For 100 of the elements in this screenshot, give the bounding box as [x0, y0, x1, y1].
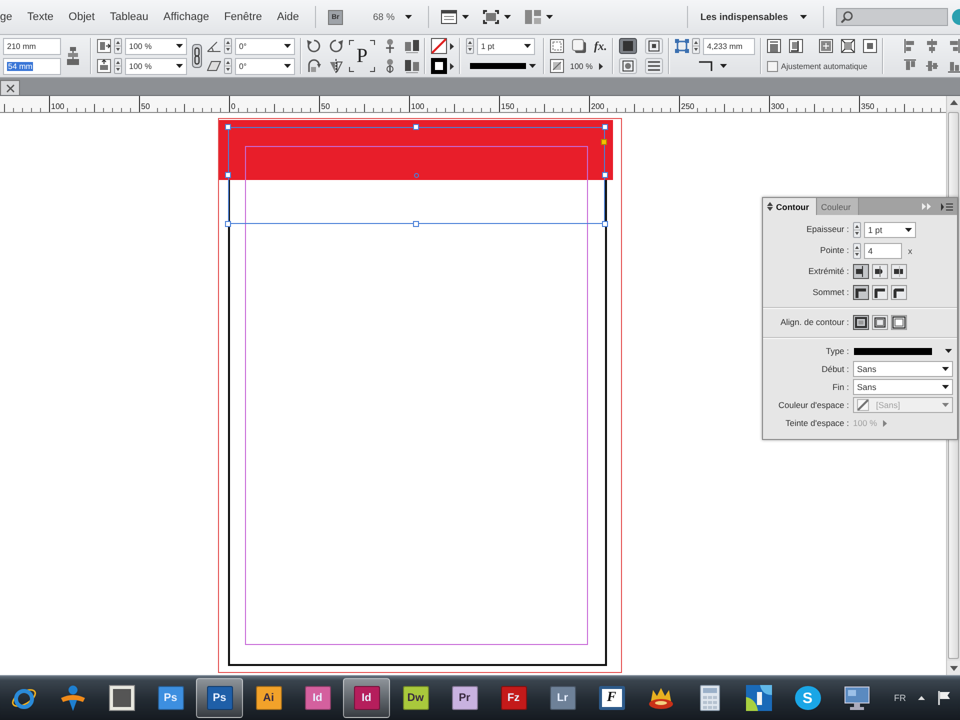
opacity-icon[interactable] [550, 59, 564, 73]
zoom-dropdown[interactable]: 68 % [373, 12, 412, 22]
taskbar-button[interactable]: Ai [245, 678, 292, 718]
butt-cap-icon[interactable] [853, 264, 869, 279]
select-next-icon[interactable] [405, 39, 419, 53]
selection-handle[interactable] [602, 172, 608, 178]
panel-tab[interactable]: Couleur [817, 198, 859, 215]
scale-y-field[interactable]: 100 % [125, 58, 187, 74]
stepper-button[interactable] [466, 38, 474, 54]
menu-item[interactable]: Tableau [110, 11, 148, 23]
stroke-swatch-icon[interactable] [431, 58, 447, 74]
arrange-documents-button[interactable] [524, 10, 553, 24]
width-field[interactable]: 210 mm [3, 38, 61, 54]
corner-options-icon[interactable] [675, 39, 689, 53]
align-middle-icon[interactable] [926, 59, 938, 73]
auto-fit-checkbox[interactable] [767, 60, 778, 72]
workspace-dropdown[interactable]: Les indispensables [700, 12, 807, 22]
menu-item[interactable]: Texte [27, 11, 54, 23]
panel-menu-icon[interactable] [941, 202, 953, 210]
align-center-icon[interactable] [926, 39, 938, 53]
frame-fill-icon[interactable] [550, 39, 564, 53]
selection-handle[interactable] [225, 172, 231, 178]
rotate-clockwise-icon[interactable] [307, 39, 321, 53]
language-indicator[interactable]: FR [894, 693, 906, 703]
taskbar-button[interactable]: Pr [441, 678, 488, 718]
selection-handle[interactable] [413, 124, 419, 130]
select-previous-icon[interactable] [405, 59, 419, 73]
stroke-inside-icon[interactable] [872, 315, 888, 330]
text-wrap-icon[interactable] [645, 38, 663, 54]
stroke-weight-dropdown[interactable]: 1 pt [864, 222, 916, 238]
stepper-button[interactable] [114, 58, 122, 74]
selection-handle[interactable] [225, 124, 231, 130]
flip-shape-icon[interactable] [329, 59, 343, 73]
arrow-icon[interactable] [450, 42, 454, 50]
selection-handle[interactable] [225, 221, 231, 227]
menu-item[interactable]: Affichage [163, 11, 210, 23]
shear-field[interactable]: 0° [235, 58, 295, 74]
arrowhead-dropdown[interactable]: Sans [853, 379, 953, 395]
taskbar-button[interactable]: F [588, 678, 635, 718]
align-left-icon[interactable] [904, 39, 916, 53]
selection-handle[interactable] [413, 221, 419, 227]
chain-link-icon[interactable] [192, 44, 202, 68]
align-bottom-icon[interactable] [948, 59, 960, 73]
selection-handle[interactable] [602, 221, 608, 227]
stepper-button[interactable] [224, 38, 232, 54]
paragraph-frame-button[interactable]: P [349, 40, 375, 72]
stepper-button[interactable] [224, 58, 232, 74]
height-field[interactable]: 54 mm [3, 58, 61, 74]
arrow-icon[interactable] [598, 62, 603, 70]
flag-icon[interactable] [937, 691, 951, 705]
corner-handle[interactable] [601, 139, 607, 145]
selection-handle[interactable] [602, 124, 608, 130]
text-wrap-icon[interactable] [645, 58, 663, 74]
scroll-down-icon[interactable] [947, 661, 960, 675]
center-content-icon[interactable] [819, 39, 833, 53]
view-options-button[interactable] [440, 10, 469, 24]
stroke-weight-field[interactable]: 1 pt [477, 38, 535, 54]
scale-x-field[interactable]: 100 % [125, 38, 187, 54]
document-tab[interactable] [0, 80, 20, 95]
menu-item[interactable]: Aide [276, 11, 300, 23]
stepper-button[interactable] [692, 38, 700, 54]
rotate-shape-icon[interactable] [307, 59, 321, 73]
menu-item[interactable]: Fenêtre [224, 11, 262, 23]
rotation-field[interactable]: 0° [235, 38, 295, 54]
effects-button[interactable]: fx. [594, 38, 607, 54]
arrowhead-dropdown[interactable]: Sans [853, 361, 953, 377]
stroke-center-icon[interactable] [853, 315, 869, 330]
no-fill-swatch-icon[interactable] [431, 38, 447, 54]
taskbar-button[interactable]: Id [343, 678, 390, 718]
screen-mode-button[interactable] [482, 10, 511, 24]
taskbar-button[interactable]: Dw [392, 678, 439, 718]
text-wrap-icon[interactable] [619, 38, 637, 54]
round-join-icon[interactable] [872, 285, 888, 300]
miter-limit-field[interactable]: 4 [864, 242, 902, 258]
stepper-button[interactable] [853, 242, 861, 258]
show-hidden-icons-icon[interactable] [918, 696, 925, 700]
stroke-outside-icon[interactable] [891, 315, 907, 330]
stack-icon[interactable] [67, 47, 79, 65]
expand-toggle-icon[interactable] [767, 202, 773, 211]
round-cap-icon[interactable] [872, 264, 888, 279]
align-top-icon[interactable] [904, 59, 916, 73]
search-field[interactable] [836, 8, 948, 26]
taskbar-button[interactable]: Fz [490, 678, 537, 718]
text-wrap-icon[interactable] [619, 58, 637, 74]
fit-proportional-icon[interactable] [841, 39, 855, 53]
select-container-icon[interactable] [383, 39, 397, 53]
fit-content-icon[interactable] [789, 39, 803, 53]
corner-size-field[interactable]: 4,233 mm [703, 38, 755, 54]
fill-frame-icon[interactable] [767, 39, 781, 53]
opacity-value[interactable]: 100 % [570, 62, 593, 70]
close-icon[interactable] [6, 84, 14, 92]
bevel-join-icon[interactable] [891, 285, 907, 300]
miter-join-icon[interactable] [853, 285, 869, 300]
scroll-up-icon[interactable] [947, 96, 960, 110]
align-right-icon[interactable] [948, 39, 960, 53]
arrow-icon[interactable] [450, 62, 454, 70]
drop-shadow-icon[interactable] [572, 39, 586, 53]
fit-frame-icon[interactable] [863, 39, 877, 53]
stepper-button[interactable] [853, 222, 861, 238]
taskbar-button[interactable]: Ps [196, 678, 243, 718]
